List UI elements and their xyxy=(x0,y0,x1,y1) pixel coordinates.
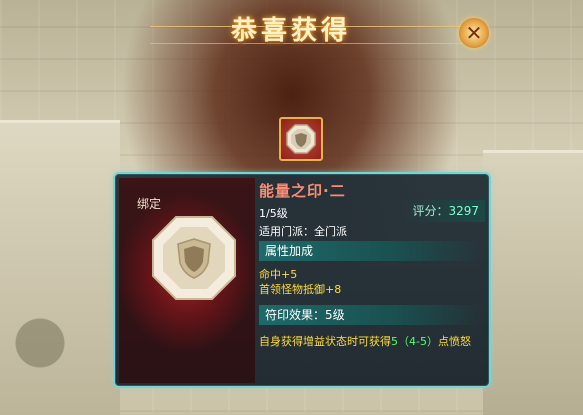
effect-description: 自身获得增益状态时可获得5（4-5）点愤怒 xyxy=(259,334,487,349)
item-name: 能量之印·二 xyxy=(259,182,346,200)
score-value: 3297 xyxy=(448,204,479,218)
score-label: 评分： xyxy=(412,204,449,218)
large-gem-icon xyxy=(152,216,236,300)
reward-item-slot[interactable] xyxy=(279,117,323,161)
item-level: 1/5级 xyxy=(259,207,288,220)
effect-desc-number: 5（4-5） xyxy=(391,335,438,348)
effect-desc-post: 点愤怒 xyxy=(437,335,471,348)
effect-section-header: 符印效果：5级 xyxy=(259,305,485,325)
bind-tag: 绑定 xyxy=(137,197,162,211)
item-school: 适用门派：全门派 xyxy=(259,225,347,238)
effect-desc-pre: 自身获得增益状态时可获得 xyxy=(259,335,391,348)
attr-line: 首领怪物抵御+8 xyxy=(259,283,342,296)
score-box: 评分：3297 xyxy=(399,200,485,222)
stone-wall-right xyxy=(483,150,583,415)
page-title: 恭喜获得 xyxy=(230,16,351,46)
item-tooltip: 绑定 能量之印·二 1/5级 适用门派：全门派 评分：3297 属性加成 命中+… xyxy=(113,172,491,388)
attr-line: 命中+5 xyxy=(259,268,298,281)
stone-wall-left xyxy=(0,120,120,415)
close-button[interactable]: ✕ xyxy=(459,18,489,48)
item-art-panel: 绑定 xyxy=(119,178,255,383)
octagon-shield-gem-icon xyxy=(286,124,316,154)
attr-section-header: 属性加成 xyxy=(259,241,485,261)
close-x-icon: ✕ xyxy=(465,21,483,45)
